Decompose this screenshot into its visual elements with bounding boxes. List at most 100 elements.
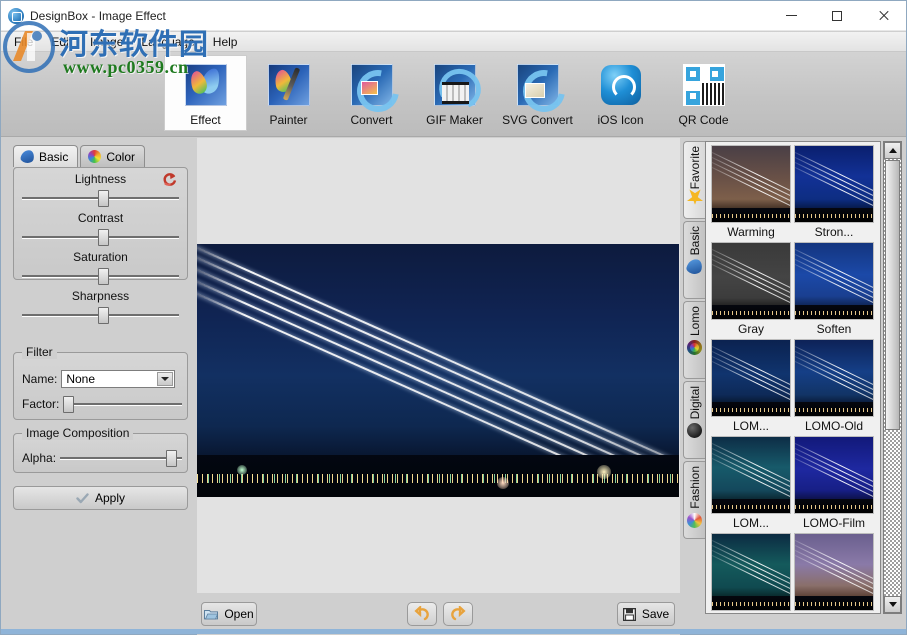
left-panel-tabs: Basic Color: [13, 145, 146, 167]
effect-thumbnail[interactable]: Soften: [794, 242, 874, 338]
effect-list-scrollbar[interactable]: [883, 141, 902, 614]
menu-item-file[interactable]: File: [5, 33, 42, 51]
thumbnail-city-lights: [712, 408, 790, 412]
menu-item-help[interactable]: Help: [204, 33, 247, 51]
maximize-button[interactable]: [814, 1, 860, 31]
filter-group: Filter Name: None Factor:: [13, 345, 188, 420]
effect-thumbnail-image[interactable]: [711, 533, 791, 611]
preview-canvas[interactable]: [197, 138, 680, 593]
toolbar-button-painter[interactable]: Painter: [247, 55, 330, 131]
preview-image[interactable]: [197, 244, 679, 497]
category-tab-digital[interactable]: Digital: [683, 381, 705, 459]
slider-contrast[interactable]: [22, 228, 179, 246]
window-controls: [768, 1, 906, 31]
toolbar-button-ios-icon[interactable]: iOS Icon: [579, 55, 662, 131]
slider-thumb-sharpness[interactable]: [98, 307, 109, 324]
menu-item-language[interactable]: Language: [132, 33, 203, 51]
effect-thumbnail-image[interactable]: [711, 242, 791, 320]
main-toolbar: Effect Painter Convert GIF Maker SVG Con…: [1, 52, 906, 137]
effect-thumbnail-label: Warming: [727, 225, 775, 239]
undo-button[interactable]: [407, 602, 437, 626]
category-tab-basic[interactable]: Basic: [683, 221, 705, 299]
slider-thumb-alpha[interactable]: [166, 450, 178, 467]
effect-thumbnail-label: LOM...: [711, 611, 791, 613]
effect-thumbnail-image[interactable]: [794, 145, 874, 223]
effect-thumbnail[interactable]: LOM...: [711, 339, 791, 435]
effect-thumbnail-label: LOMO-Film: [803, 516, 865, 530]
qr-code-icon: [682, 64, 725, 106]
toolbar-button-qr-code[interactable]: QR Code: [662, 55, 745, 131]
slider-saturation[interactable]: [22, 267, 179, 285]
tab-color-label: Color: [106, 149, 136, 164]
scrollbar-thumb[interactable]: [885, 160, 900, 430]
slider-thumb-contrast[interactable]: [98, 229, 109, 246]
effect-thumbnail[interactable]: Warming: [711, 145, 791, 241]
filter-factor-label: Factor:: [22, 397, 60, 411]
refresh-reset-icon[interactable]: [162, 172, 177, 187]
chevron-down-icon[interactable]: [157, 372, 174, 386]
toolbar-button-gif-maker[interactable]: GIF Maker: [413, 55, 496, 131]
effect-thumbnail[interactable]: LOM...: [711, 436, 791, 532]
apply-button[interactable]: Apply: [13, 486, 188, 510]
slider-lightness[interactable]: [22, 189, 179, 207]
category-tab-fashion[interactable]: Fashion: [683, 461, 705, 539]
filter-name-select[interactable]: None: [61, 370, 176, 388]
effect-thumbnail-image[interactable]: [794, 436, 874, 514]
image-composition-title: Image Composition: [22, 426, 134, 440]
menu-item-edit[interactable]: Edit: [42, 33, 81, 51]
save-button[interactable]: Save: [617, 602, 675, 626]
effect-thumbnail-image[interactable]: [711, 339, 791, 417]
scroll-down-arrow-icon[interactable]: [884, 596, 901, 613]
effect-thumbnail[interactable]: Stron...: [794, 145, 874, 241]
menu-bar: File Edit Image Language Help: [1, 32, 906, 52]
slider-filter-factor[interactable]: [63, 395, 182, 413]
effect-thumbnail[interactable]: LOMO-O...: [794, 533, 874, 613]
close-button[interactable]: [860, 1, 906, 31]
film-strip-icon: [433, 64, 476, 106]
open-button[interactable]: Open: [201, 602, 257, 626]
slider-thumb-filter-factor[interactable]: [63, 396, 75, 413]
toolbar-label-effect: Effect: [190, 113, 221, 127]
effect-thumbnail[interactable]: LOMO-Old: [794, 339, 874, 435]
toolbar-button-effect[interactable]: Effect: [164, 55, 247, 131]
effect-thumbnail-image[interactable]: [794, 533, 874, 611]
effect-thumbnail-image[interactable]: [711, 436, 791, 514]
slider-alpha[interactable]: [60, 449, 182, 467]
category-tab-lomo[interactable]: Lomo: [683, 301, 705, 379]
left-panel: Basic Color Lightness Contrast Saturatio…: [1, 138, 196, 618]
toolbar-label-convert: Convert: [350, 113, 393, 127]
slider-sharpness[interactable]: [22, 306, 179, 324]
status-bar: [1, 629, 906, 634]
scroll-up-arrow-icon[interactable]: [884, 142, 901, 159]
thumbnail-city-lights: [712, 602, 790, 606]
category-tab-favorite[interactable]: Favorite: [683, 141, 705, 219]
toolbar-button-convert[interactable]: Convert: [330, 55, 413, 131]
effect-thumbnail-list[interactable]: Warming Stron... Gray Soften LOM... LOMO-Old L…: [705, 141, 881, 614]
effect-thumbnail-image[interactable]: [711, 145, 791, 223]
slider-thumb-saturation[interactable]: [98, 268, 109, 285]
menu-item-image[interactable]: Image: [81, 33, 132, 51]
lomo-lens-icon: [687, 340, 702, 356]
open-button-label: Open: [224, 607, 254, 621]
minimize-button[interactable]: [768, 1, 814, 31]
tab-color[interactable]: Color: [80, 145, 146, 167]
close-icon: [878, 10, 889, 21]
feather-image-icon: [184, 64, 227, 106]
tab-basic[interactable]: Basic: [13, 145, 79, 167]
effect-thumbnail-label: Stron...: [814, 225, 854, 239]
alpha-label: Alpha:: [22, 451, 57, 465]
effect-thumbnail-image[interactable]: [794, 339, 874, 417]
effect-thumbnail[interactable]: LOM...: [711, 533, 791, 613]
application-window: DesignBox - Image Effect File Edit Image…: [0, 0, 907, 635]
filter-name-label: Name:: [22, 372, 58, 386]
effect-thumbnail-image[interactable]: [794, 242, 874, 320]
slider-thumb-lightness[interactable]: [98, 190, 109, 207]
effect-thumbnail[interactable]: LOMO-Film: [794, 436, 874, 532]
color-wheel-icon: [687, 512, 702, 528]
effect-thumbnail[interactable]: Gray: [711, 242, 791, 338]
filter-group-title: Filter: [22, 345, 57, 359]
feather-icon: [685, 257, 704, 276]
designbox-logo-icon: [8, 7, 24, 24]
toolbar-button-svg-convert[interactable]: SVG Convert: [496, 55, 579, 131]
redo-button[interactable]: [443, 602, 473, 626]
